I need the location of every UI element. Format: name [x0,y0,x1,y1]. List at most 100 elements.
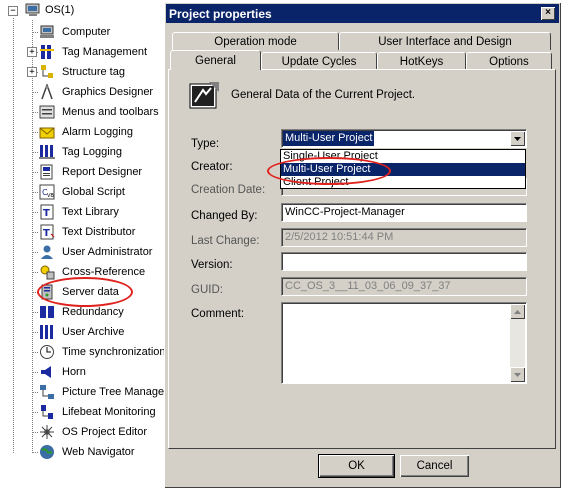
tree-item-alarm-logging[interactable]: Alarm Logging [38,122,133,142]
creator-label: Creator: [191,161,233,173]
tree-item-server-data[interactable]: Server data [38,282,119,302]
tab-hotkeys[interactable]: HotKeys [377,52,466,70]
changed-by-label: Changed By: [191,210,258,222]
type-dropdown-list[interactable]: Single-User Project Multi-User Project C… [280,149,526,189]
svg-text:T: T [43,228,50,239]
cancel-label: Cancel [416,460,453,472]
tree-item-user-administrator[interactable]: User Administrator [38,242,152,262]
tree-item-label: Lifebeat Monitoring [62,406,156,418]
tab-general[interactable]: General [170,50,261,70]
report-designer-icon [38,164,56,180]
tree-item-menus-and-toolbars[interactable]: Menus and toolbars [38,102,159,122]
tree-item-label: Redundancy [62,306,124,318]
tree-item-label: Tag Management [62,46,147,58]
scroll-down-button[interactable] [510,367,525,382]
expand-structure-tag-toggle[interactable]: + [27,67,37,77]
general-data-heading: General Data of the Current Project. [231,89,416,101]
tree-connector [32,20,33,453]
tree-item-user-archive[interactable]: User Archive [38,322,124,342]
computer-icon [38,24,56,40]
dialog-title-bar[interactable]: Project properties × [166,4,559,23]
tab-options[interactable]: Options [466,52,552,70]
tree-root-os[interactable]: OS(1) [25,2,74,18]
tab-label: Update Cycles [281,55,357,68]
general-tab-panel: General Data of the Current Project. Typ… [168,69,556,449]
scroll-up-button[interactable] [510,304,525,319]
expand-tag-management-toggle[interactable]: + [27,47,37,57]
changed-by-field[interactable]: WinCC-Project-Manager [281,203,527,222]
global-script-icon: C VB [38,184,56,200]
tree-item-label: Picture Tree Manage [62,386,165,398]
ok-button[interactable]: OK [318,454,395,478]
chevron-down-icon [514,372,521,377]
dialog-title: Project properties [169,6,272,21]
tree-item-label: Horn [62,366,86,378]
text-distributor-icon: T [38,224,56,240]
tab-label: User Interface and Design [378,35,512,48]
tree-item-tag-management[interactable]: Tag Management [38,42,147,62]
tree-item-structure-tag[interactable]: Structure tag [38,62,125,82]
tree-item-label: Time synchronization [62,346,166,358]
tree-item-text-library[interactable]: T Text Library [38,202,119,222]
cancel-button[interactable]: Cancel [400,455,469,477]
option-client-project[interactable]: Client Project [281,176,525,189]
tree-item-lifebeat-monitoring[interactable]: Lifebeat Monitoring [38,402,156,422]
type-label: Type: [191,138,220,150]
computer-station-icon [25,3,41,17]
tree-item-label: Global Script [62,186,125,198]
type-selected-value: Multi-User Project [283,131,375,146]
tab-update-cycles[interactable]: Update Cycles [261,52,377,70]
option-multi-user-project[interactable]: Multi-User Project [281,163,525,176]
lifebeat-icon [38,404,56,420]
tree-item-redundancy[interactable]: Redundancy [38,302,124,322]
tab-operation-mode[interactable]: Operation mode [172,32,339,50]
user-administrator-icon [38,244,56,260]
tree-item-graphics-designer[interactable]: Graphics Designer [38,82,153,102]
tree-item-label: Alarm Logging [62,126,133,138]
comment-label: Comment: [191,308,245,320]
ok-label: OK [348,460,365,472]
tab-label: HotKeys [399,55,444,68]
structure-tag-icon [38,64,56,80]
tree-item-computer[interactable]: Computer [38,22,110,42]
tree-item-text-distributor[interactable]: T Text Distributor [38,222,135,242]
tree-item-label: Server data [62,286,119,298]
tree-item-web-navigator[interactable]: Web Navigator [38,442,135,462]
type-select[interactable]: Multi-User Project [281,129,527,148]
close-button[interactable]: × [541,7,555,20]
option-single-user-project[interactable]: Single-User Project [281,150,525,163]
tree-item-global-script[interactable]: C VB Global Script [38,182,125,202]
tree-item-label: Structure tag [62,66,125,78]
tree-item-tag-logging[interactable]: Tag Logging [38,142,122,162]
tree-item-label: Graphics Designer [62,86,154,98]
tree-item-horn[interactable]: Horn [38,362,86,382]
tree-item-label: Web Navigator [62,446,135,458]
server-data-icon [38,284,56,300]
text-library-icon: T [38,204,56,220]
project-tree: − OS(1) Computer + Tag Management + Structur… [0,0,166,488]
picture-tree-icon [38,384,56,400]
tree-item-report-designer[interactable]: Report Designer [38,162,142,182]
tree-item-label: User Archive [62,326,125,338]
tree-item-time-synchronization[interactable]: Time synchronization [38,342,166,362]
tab-user-interface-design[interactable]: User Interface and Design [339,32,551,50]
dropdown-button[interactable] [510,131,525,146]
version-field[interactable] [281,252,527,271]
last-change-label: Last Change: [191,235,260,247]
collapse-root-toggle[interactable]: − [8,6,18,16]
guid-label: GUID: [191,284,223,296]
tree-item-os-project-editor[interactable]: OS Project Editor [38,422,147,442]
chevron-down-icon [514,136,521,141]
svg-text:T: T [43,208,50,219]
tree-item-cross-reference[interactable]: Cross-Reference [38,262,145,282]
tree-item-picture-tree-manage[interactable]: Picture Tree Manage [38,382,164,402]
tree-item-label: Text Distributor [62,226,136,238]
cross-reference-icon [38,264,56,280]
user-archive-icon [38,324,56,340]
comment-scrollbar[interactable] [510,304,525,382]
redundancy-icon [38,304,56,320]
alarm-logging-icon [38,124,56,140]
tree-item-label: Text Library [62,206,119,218]
comment-textarea[interactable] [281,302,527,384]
globe-icon [38,444,56,460]
